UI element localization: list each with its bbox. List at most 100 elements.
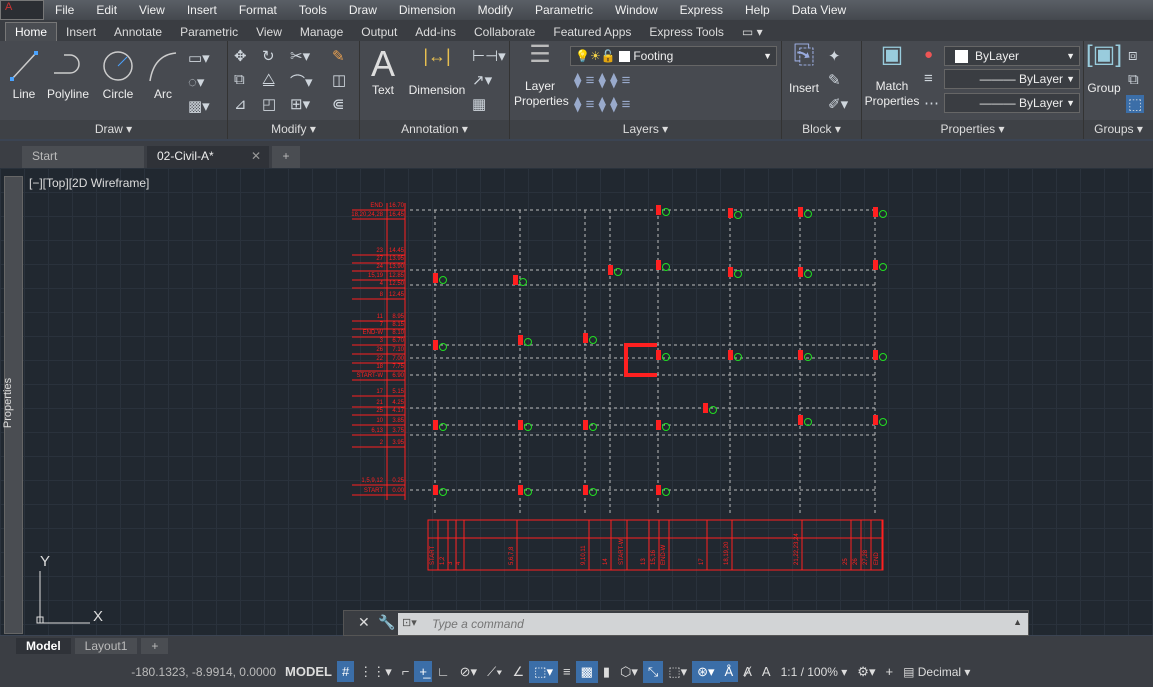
menu-view[interactable]: View — [128, 3, 176, 17]
menu-draw[interactable]: Draw — [338, 3, 388, 17]
menu-help[interactable]: Help — [734, 3, 781, 17]
match-properties-button[interactable]: ▣ Match Properties — [864, 43, 920, 109]
units-dropdown[interactable]: ▤ Decimal ▾ — [898, 662, 975, 682]
model-space-button[interactable]: MODEL — [280, 661, 337, 682]
viewport-controls[interactable]: [−][Top][2D Wireframe] — [29, 176, 149, 190]
text-button[interactable]: A Text — [366, 45, 400, 98]
ungroup-icon[interactable]: ⧈ — [1128, 47, 1138, 64]
lineweight-dropdown[interactable]: ——— ByLayer ▼ — [944, 93, 1080, 113]
tab-insert[interactable]: Insert — [57, 23, 105, 41]
infer-constraints-icon[interactable]: ⌐ — [397, 661, 415, 682]
ribbon-minimize-icon[interactable]: ▭ ▾ — [733, 23, 772, 41]
menu-data-view[interactable]: Data View — [781, 3, 857, 17]
object-snap-icon[interactable]: ⬚▾ — [529, 660, 558, 683]
tab-featured-apps[interactable]: Featured Apps — [544, 23, 640, 41]
polar-tracking-icon[interactable]: ⊘▾ — [455, 661, 482, 683]
edit-attributes-icon[interactable]: ✐▾ — [828, 95, 848, 113]
close-command-icon[interactable]: ✕ — [358, 614, 370, 631]
hatch-icon[interactable]: ▩▾ — [188, 97, 210, 115]
drawing-canvas[interactable]: END 16.70 18,20,24,28 16.45 23 14.45 27 13.95 24… — [0, 168, 1153, 635]
polyline-button[interactable]: Polyline — [45, 49, 91, 102]
insert-block-button[interactable]: ⎘ Insert — [784, 41, 824, 96]
tab-home[interactable]: Home — [5, 22, 58, 41]
tab-manage[interactable]: Manage — [291, 23, 352, 41]
menu-modify[interactable]: Modify — [467, 3, 524, 17]
table-icon[interactable]: ▦ — [472, 95, 486, 113]
menu-edit[interactable]: Edit — [85, 3, 128, 17]
group-button[interactable]: [▣] Group — [1086, 43, 1122, 96]
tab-start[interactable]: Start — [22, 146, 144, 168]
color-dropdown[interactable]: ByLayer ▼ — [944, 46, 1080, 66]
ortho-icon[interactable]: ∟ — [432, 661, 455, 682]
group-edit-icon[interactable]: ⧉ — [1128, 71, 1139, 88]
tab-model[interactable]: Model — [16, 638, 71, 654]
add-layout-button[interactable]: + — [141, 638, 169, 654]
annotation-scale-dropdown[interactable]: 1:1 / 100% ▾ — [776, 662, 853, 682]
ellipse-icon[interactable]: ◌▾ — [188, 73, 204, 91]
offset-icon[interactable]: ⋐ — [332, 95, 345, 113]
dynamic-ucs-icon[interactable]: ⤡ — [642, 660, 664, 683]
layer-tools-row2-icon[interactable]: ⧫ ≡ ⧫ ⧫ ≡ — [574, 95, 630, 113]
trim-icon[interactable]: ✂▾ — [290, 47, 310, 65]
selection-cycling-icon[interactable]: ▮ — [598, 661, 615, 683]
copy-icon[interactable]: ⧉ — [234, 71, 245, 88]
workspace-gear-icon[interactable]: ⚙▾ — [852, 661, 880, 683]
mirror-icon[interactable]: ⧋ — [262, 71, 275, 88]
tab-collaborate[interactable]: Collaborate — [465, 23, 544, 41]
tab-output[interactable]: Output — [352, 23, 406, 41]
tab-add-ins[interactable]: Add-ins — [406, 23, 465, 41]
menu-format[interactable]: Format — [228, 3, 288, 17]
arc-button[interactable]: Arc — [146, 49, 180, 102]
layer-properties-button[interactable]: ☰ Layer Properties — [514, 43, 569, 109]
transparency-icon[interactable]: ▩ — [575, 660, 598, 683]
leader-icon[interactable]: ↗▾ — [472, 71, 492, 89]
3d-osnap-icon[interactable]: ⬡▾ — [615, 661, 643, 683]
lineweight-toggle-icon[interactable]: ≡ — [558, 661, 576, 682]
create-block-icon[interactable]: ✦ — [828, 47, 841, 65]
linetype-dropdown[interactable]: ——— ByLayer ▼ — [944, 69, 1080, 89]
grid-icon[interactable]: # — [336, 661, 355, 682]
layers-panel-title[interactable]: Layers ▾ — [510, 120, 781, 139]
tab-parametric[interactable]: Parametric — [171, 23, 247, 41]
properties-panel-title[interactable]: Properties ▾ — [862, 120, 1083, 139]
autoscale-icon[interactable]: Ⱥ — [738, 661, 757, 682]
gizmo-icon[interactable]: ⊛▾ — [692, 660, 720, 683]
layer-dropdown[interactable]: 💡☀🔓 Footing ▼ — [570, 46, 777, 66]
command-history-icon[interactable]: ▲ — [1013, 617, 1022, 627]
annotation-monitor-icon[interactable]: + — [880, 661, 898, 682]
linear-dimension-icon[interactable]: ⊢⊣▾ — [472, 47, 506, 65]
line-button[interactable]: Line — [8, 49, 40, 102]
properties-palette[interactable]: Properties — [2, 176, 23, 634]
snap-icon[interactable]: ⋮⋮▾ — [354, 661, 397, 683]
close-tab-icon[interactable]: ✕ — [251, 149, 261, 163]
customize-wrench-icon[interactable]: 🔧 — [378, 614, 395, 631]
scale-icon[interactable]: ◰ — [262, 95, 276, 113]
annotation-panel-title[interactable]: Annotation ▾ — [360, 120, 509, 139]
dynamic-input-icon[interactable]: +̲ — [414, 661, 432, 682]
menu-file[interactable]: File — [44, 3, 85, 17]
command-prompt-icon[interactable]: ⊡▾ — [402, 616, 417, 629]
object-snap-tracking-icon[interactable]: ∠ — [508, 661, 530, 683]
menu-dimension[interactable]: Dimension — [388, 3, 467, 17]
command-input[interactable] — [398, 613, 1028, 635]
tab-annotate[interactable]: Annotate — [105, 23, 171, 41]
fillet-icon[interactable]: ⌒▾ — [290, 71, 313, 92]
rotate-icon[interactable]: ↻ — [262, 47, 275, 65]
menu-express[interactable]: Express — [669, 3, 734, 17]
groups-panel-title[interactable]: Groups ▾ — [1084, 120, 1153, 139]
menu-parametric[interactable]: Parametric — [524, 3, 604, 17]
dimension-button[interactable]: |↔| Dimension — [406, 47, 468, 98]
array-icon[interactable]: ⊞▾ — [290, 95, 310, 113]
tab-drawing[interactable]: 02-Civil-A* ✕ — [147, 146, 269, 168]
explode-icon[interactable]: ◫ — [332, 71, 346, 89]
rectangle-icon[interactable]: ▭▾ — [188, 49, 210, 67]
annotation-visibility-icon[interactable]: Å — [719, 661, 739, 682]
menu-window[interactable]: Window — [604, 3, 669, 17]
block-panel-title[interactable]: Block ▾ — [782, 120, 861, 139]
tab-layout1[interactable]: Layout1 — [74, 638, 138, 654]
edit-block-icon[interactable]: ✎ — [828, 71, 841, 89]
erase-icon[interactable]: ✎ — [332, 47, 345, 65]
menu-insert[interactable]: Insert — [176, 3, 228, 17]
circle-button[interactable]: Circle — [100, 49, 136, 102]
group-selection-icon[interactable]: ⬚ — [1126, 95, 1145, 113]
